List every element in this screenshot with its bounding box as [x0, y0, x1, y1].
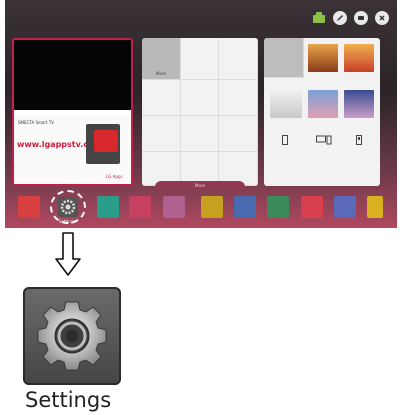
- settings-app-label: Settings: [59, 219, 76, 224]
- settings-large-icon: [23, 287, 121, 385]
- premium-tile[interactable]: [181, 38, 219, 80]
- premium-tile[interactable]: [219, 116, 258, 152]
- smart-share-card[interactable]: [264, 38, 380, 186]
- premium-card[interactable]: More: [142, 38, 258, 186]
- top-right-toolbar: [312, 11, 389, 25]
- launcher-more-tab[interactable]: More: [155, 181, 245, 190]
- photo-thumbnail[interactable]: [308, 90, 338, 118]
- premium-tile[interactable]: [219, 38, 258, 80]
- launcher-app-icon[interactable]: [334, 196, 356, 218]
- launcher-app-icon[interactable]: [234, 196, 256, 218]
- promo-brand: SMECTA Smart TV: [18, 120, 55, 125]
- pencil-edit-icon[interactable]: [333, 11, 347, 25]
- live-tv-card[interactable]: SMECTA Smart TV www.lgappstv.com LG Apps: [12, 38, 133, 186]
- more-tile[interactable]: More: [142, 38, 181, 80]
- premium-tile[interactable]: [142, 116, 181, 152]
- premium-tile[interactable]: [181, 80, 219, 116]
- launcher-app-icon[interactable]: [18, 196, 40, 218]
- photo-thumbnail[interactable]: [308, 44, 338, 72]
- premium-grid: More: [142, 38, 258, 186]
- smart-share-more-tile[interactable]: [264, 38, 304, 78]
- close-icon[interactable]: [375, 11, 389, 25]
- premium-tile[interactable]: [181, 116, 219, 152]
- live-tv-preview[interactable]: [14, 40, 131, 110]
- promo-logo: LG Apps: [106, 174, 123, 179]
- photo-thumbnail[interactable]: [344, 90, 374, 118]
- photo-thumbnail[interactable]: [344, 44, 374, 72]
- launcher-app-icon[interactable]: [367, 196, 383, 218]
- gear-icon: [37, 301, 107, 371]
- launcher-app-icon[interactable]: [163, 196, 185, 218]
- launcher-app-icon[interactable]: [129, 196, 151, 218]
- tv-input-icon[interactable]: [312, 12, 326, 24]
- promo-tv-screen: [94, 130, 118, 152]
- usb-icon[interactable]: [354, 135, 364, 145]
- phone-icon[interactable]: [280, 135, 290, 145]
- smart-tv-home-screen: SMECTA Smart TV www.lgappstv.com LG Apps…: [5, 0, 397, 228]
- launcher-app-icon[interactable]: [301, 196, 323, 218]
- photo-thumbnail[interactable]: [270, 88, 302, 118]
- launcher-app-icon[interactable]: [97, 196, 119, 218]
- premium-tile[interactable]: [142, 80, 181, 116]
- launcher-app-icon[interactable]: [267, 196, 289, 218]
- chat-icon[interactable]: [354, 11, 368, 25]
- computer-icon[interactable]: [316, 135, 332, 145]
- settings-title: Settings: [25, 388, 112, 412]
- more-tile-label: More: [156, 71, 166, 76]
- down-arrow-icon: [55, 232, 81, 276]
- premium-tile[interactable]: [219, 80, 258, 116]
- promo-banner[interactable]: SMECTA Smart TV www.lgappstv.com LG Apps: [14, 116, 131, 184]
- launcher-app-icon[interactable]: [201, 196, 223, 218]
